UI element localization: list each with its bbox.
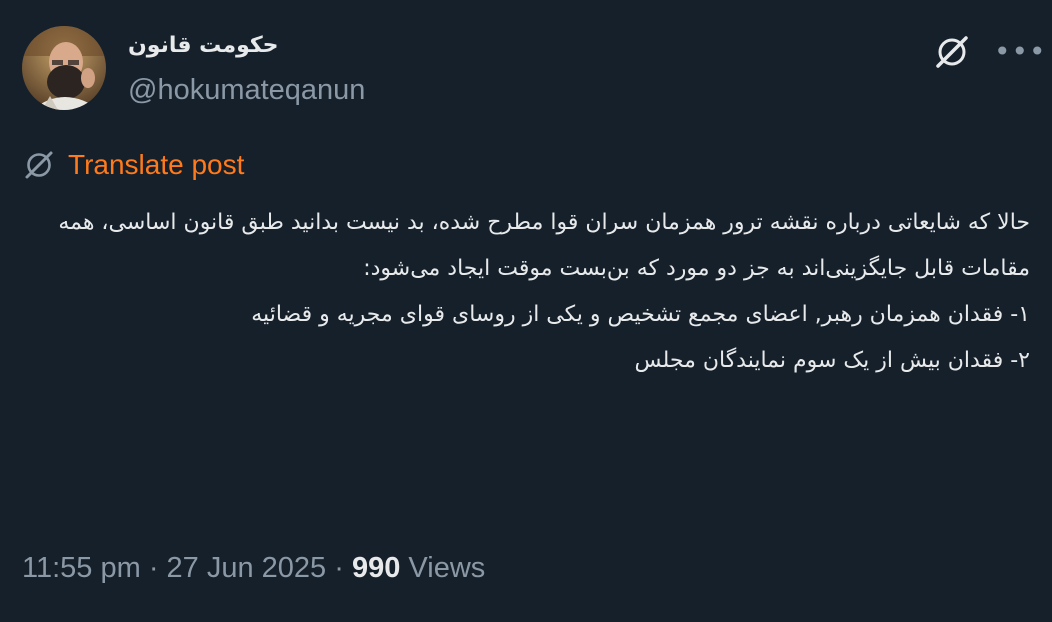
post-metadata: 11:55 pm · 27 Jun 2025 · 990 Views [22, 552, 485, 585]
post-paragraph: ۲- فقدان بیش از یک سوم نمایندگان مجلس [634, 348, 1030, 373]
avatar[interactable] [22, 26, 106, 110]
translate-post-link[interactable]: Translate post [68, 149, 244, 181]
display-name[interactable]: حکومت قانون [128, 26, 365, 66]
avatar-image [22, 26, 106, 110]
tweet-header: حکومت قانون @hokumateqanun ••• [22, 26, 1046, 116]
tweet-card: حکومت قانون @hokumateqanun ••• Translate… [0, 0, 1052, 622]
meta-separator: · [326, 552, 352, 584]
translate-icon [25, 151, 53, 179]
post-paragraph: ۱- فقدان همزمان رهبر, اعضای مجمع تشخیص و… [251, 302, 1030, 327]
meta-separator: · [140, 552, 167, 584]
grok-icon[interactable] [932, 32, 972, 72]
post-date[interactable]: 27 Jun 2025 [167, 552, 327, 584]
user-handle[interactable]: @hokumateqanun [128, 66, 365, 114]
post-body: حالا که شایعاتی درباره نقشه ترور همزمان … [40, 200, 1030, 384]
post-paragraph: حالا که شایعاتی درباره نقشه ترور همزمان … [58, 210, 1030, 281]
views-count[interactable]: 990 [352, 552, 400, 584]
post-time[interactable]: 11:55 pm [22, 552, 141, 584]
more-options-icon[interactable]: ••• [994, 38, 1046, 66]
header-actions: ••• [932, 32, 1046, 72]
translate-row: Translate post [22, 148, 244, 182]
user-info: حکومت قانون @hokumateqanun [128, 26, 365, 114]
views-label: Views [400, 552, 486, 584]
